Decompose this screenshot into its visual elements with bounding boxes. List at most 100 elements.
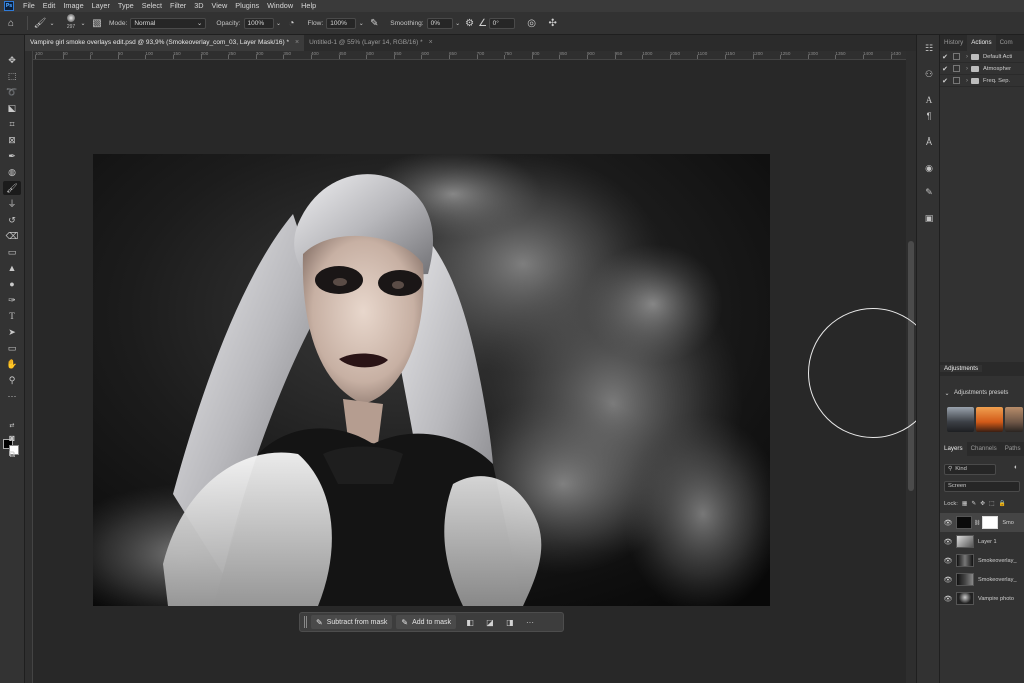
menu-type[interactable]: Type bbox=[114, 0, 138, 12]
check-icon[interactable]: ✔ bbox=[940, 77, 950, 85]
lasso-tool-icon[interactable]: ➰ bbox=[3, 85, 21, 99]
character-icon[interactable]: A bbox=[920, 93, 938, 107]
brush-settings-icon[interactable]: ✎ bbox=[920, 185, 938, 199]
add-to-mask-button[interactable]: ✎ Add to mask bbox=[396, 615, 457, 629]
opacity-field[interactable]: 100% bbox=[243, 17, 274, 29]
crop-tool-icon[interactable]: ⌗ bbox=[3, 117, 21, 131]
layer-row-selected[interactable]: 👁 ⛓ Smo bbox=[940, 513, 1024, 532]
zoom-tool-icon[interactable]: ⚲ bbox=[3, 373, 21, 387]
blend-mode-select[interactable]: Screen bbox=[944, 481, 1020, 492]
tab-history[interactable]: History bbox=[940, 35, 967, 51]
tab-layers[interactable]: Layers bbox=[940, 442, 967, 456]
layer-row[interactable]: 👁 Layer 1 bbox=[940, 532, 1024, 551]
action-set-row[interactable]: ✔ › Freq. Sep. bbox=[940, 75, 1024, 87]
people-icon[interactable]: ⚇ bbox=[920, 67, 938, 81]
tab-comments[interactable]: Com bbox=[996, 35, 1017, 51]
angle-field[interactable]: 0° bbox=[488, 17, 515, 29]
invert-mask-icon[interactable]: ◧ bbox=[460, 618, 480, 627]
pressure-opacity-icon[interactable]: ◔ bbox=[284, 18, 300, 29]
tab-paths[interactable]: Paths bbox=[1001, 442, 1024, 456]
marquee-tool-icon[interactable]: ⬚ bbox=[3, 69, 21, 83]
eyedropper-tool-icon[interactable]: ✒ bbox=[3, 149, 21, 163]
type-tool-icon[interactable]: T bbox=[3, 309, 21, 323]
check-icon[interactable]: ✔ bbox=[940, 65, 950, 73]
adjustments-presets-header[interactable]: ⌄ Adjustments presets bbox=[940, 387, 1024, 399]
menu-plugins[interactable]: Plugins bbox=[231, 0, 263, 12]
chevron-down-icon[interactable]: ⌄ bbox=[453, 20, 463, 27]
action-set-row[interactable]: ✔ › Atmospher bbox=[940, 63, 1024, 75]
brush-size-picker[interactable]: 297 bbox=[63, 13, 79, 33]
menu-filter[interactable]: Filter bbox=[166, 0, 190, 12]
chevron-down-icon[interactable]: ⌄ bbox=[356, 20, 366, 27]
rectangle-tool-icon[interactable]: ▭ bbox=[3, 341, 21, 355]
move-tool-icon[interactable]: ✥ bbox=[3, 53, 21, 67]
lock-paint-icon[interactable]: ✎ bbox=[971, 501, 976, 507]
dialog-toggle-icon[interactable] bbox=[953, 65, 960, 72]
filter-pixel-icon[interactable]: ◐ bbox=[1014, 464, 1024, 475]
smoothing-field[interactable]: 0% bbox=[426, 17, 453, 29]
menu-select[interactable]: Select bbox=[138, 0, 166, 12]
eraser-tool-icon[interactable]: ⌫ bbox=[3, 229, 21, 243]
lock-all-icon[interactable]: 🔒 bbox=[999, 501, 1006, 507]
visibility-eye-icon[interactable]: 👁 bbox=[940, 595, 956, 603]
gear-icon[interactable]: ⚙ bbox=[463, 18, 477, 29]
visibility-eye-icon[interactable]: 👁 bbox=[940, 557, 956, 565]
home-icon[interactable]: ⌂ bbox=[0, 18, 22, 29]
dialog-toggle-icon[interactable] bbox=[953, 77, 960, 84]
document-tab[interactable]: Untitled-1 @ 55% (Layer 14, RGB/16) * × bbox=[304, 35, 438, 51]
swap-colors-icon[interactable]: ⇄ bbox=[3, 421, 21, 431]
path-selection-tool-icon[interactable]: ➤ bbox=[3, 325, 21, 339]
visibility-eye-icon[interactable]: 👁 bbox=[940, 538, 956, 546]
link-icon[interactable]: ⛓ bbox=[974, 520, 980, 526]
hand-tool-icon[interactable]: ✋ bbox=[3, 357, 21, 371]
blur-tool-icon[interactable]: ▲ bbox=[3, 261, 21, 275]
pen-tool-icon[interactable]: ✑ bbox=[3, 293, 21, 307]
layer-row[interactable]: 👁 Smokeoverlay_ bbox=[940, 570, 1024, 589]
chevron-down-icon[interactable]: ⌄ bbox=[940, 390, 954, 397]
tab-adjustments[interactable]: Adjustments bbox=[940, 365, 983, 372]
pressure-size-icon[interactable]: ◎ bbox=[521, 18, 543, 29]
healing-brush-tool-icon[interactable]: ◍ bbox=[3, 165, 21, 179]
quick-mask-icon[interactable]: ◙ bbox=[3, 431, 21, 445]
layer-row[interactable]: 👁 Smokeoverlay_ bbox=[940, 551, 1024, 570]
action-set-row[interactable]: ✔ › Default Acti bbox=[940, 51, 1024, 63]
paragraph-icon[interactable]: ¶ bbox=[920, 109, 938, 123]
tab-channels[interactable]: Channels bbox=[967, 442, 1001, 456]
brush-settings-icon[interactable]: ▧ bbox=[89, 18, 105, 29]
flow-field[interactable]: 100% bbox=[326, 17, 357, 29]
preset-thumbnail[interactable] bbox=[1005, 407, 1023, 432]
airbrush-icon[interactable]: ✎ bbox=[366, 18, 382, 29]
lock-transparent-icon[interactable]: ▦ bbox=[962, 501, 967, 507]
more-tools-icon[interactable]: ··· bbox=[3, 389, 21, 403]
chevron-right-icon[interactable]: › bbox=[963, 78, 971, 84]
dodge-tool-icon[interactable]: ● bbox=[3, 277, 21, 291]
close-icon[interactable]: × bbox=[295, 35, 299, 51]
clone-stamp-tool-icon[interactable]: ⏚ bbox=[3, 197, 21, 211]
properties-icon[interactable]: ☷ bbox=[920, 41, 938, 55]
tab-actions[interactable]: Actions bbox=[967, 35, 996, 51]
menu-file[interactable]: File bbox=[19, 0, 39, 12]
menu-help[interactable]: Help bbox=[297, 0, 320, 12]
visibility-eye-icon[interactable]: 👁 bbox=[940, 576, 956, 584]
object-selection-tool-icon[interactable]: ⬕ bbox=[3, 101, 21, 115]
symmetry-icon[interactable]: ✣ bbox=[543, 18, 563, 29]
menu-image[interactable]: Image bbox=[59, 0, 87, 12]
menu-window[interactable]: Window bbox=[263, 0, 297, 12]
dialog-toggle-icon[interactable] bbox=[953, 53, 960, 60]
mask-options-icon[interactable]: ◨ bbox=[500, 618, 520, 627]
menu-view[interactable]: View bbox=[208, 0, 232, 12]
preset-thumbnail[interactable] bbox=[976, 407, 1003, 432]
subtract-from-mask-button[interactable]: ✎ Subtract from mask bbox=[311, 615, 393, 629]
more-options-icon[interactable]: ··· bbox=[520, 618, 540, 627]
drag-handle-icon[interactable] bbox=[304, 616, 307, 628]
refine-mask-icon[interactable]: ◪ bbox=[480, 618, 500, 627]
layer-mask-thumbnail[interactable] bbox=[982, 516, 999, 529]
close-icon[interactable]: × bbox=[429, 35, 433, 51]
layer-row[interactable]: 👁 Vampire photo bbox=[940, 589, 1024, 608]
chevron-right-icon[interactable]: › bbox=[963, 66, 971, 72]
filter-kind-select[interactable]: ⚲ Kind bbox=[944, 464, 996, 475]
preset-thumbnail[interactable] bbox=[947, 407, 974, 432]
chevron-down-icon[interactable]: ⌄ bbox=[79, 20, 87, 27]
color-wheel-icon[interactable]: ◉ bbox=[920, 161, 938, 175]
frame-tool-icon[interactable]: ⊠ bbox=[3, 133, 21, 147]
